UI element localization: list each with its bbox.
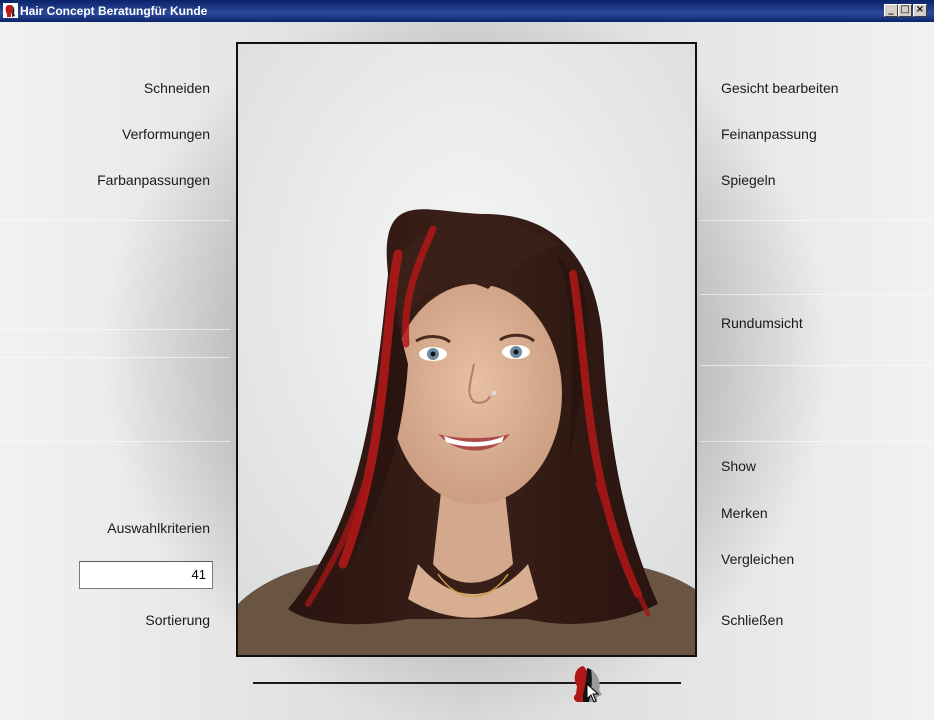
menu-auswahlkriterien[interactable]: Auswahlkriterien	[107, 520, 210, 536]
hair-concept-logo-icon	[3, 3, 18, 18]
menu-gesicht-bearbeiten[interactable]: Gesicht bearbeiten	[721, 80, 839, 96]
decor-line	[700, 441, 934, 442]
decor-line	[0, 441, 230, 442]
close-button[interactable]: ×	[913, 4, 927, 17]
menu-sortierung[interactable]: Sortierung	[145, 612, 210, 628]
close-icon: ×	[915, 4, 925, 15]
maximize-button[interactable]: □	[898, 4, 912, 17]
menu-farbanpassungen[interactable]: Farbanpassungen	[97, 172, 210, 188]
menu-merken[interactable]: Merken	[721, 505, 768, 521]
menu-feinanpassung[interactable]: Feinanpassung	[721, 126, 817, 142]
comparison-slider-track[interactable]	[253, 682, 681, 684]
maximize-icon: □	[900, 4, 910, 15]
menu-show[interactable]: Show	[721, 458, 756, 474]
customer-photo	[236, 42, 697, 657]
menu-vergleichen[interactable]: Vergleichen	[721, 551, 794, 567]
mouse-cursor-icon	[586, 683, 600, 703]
minimize-icon: _	[888, 4, 894, 15]
decor-line	[700, 365, 934, 366]
window-title: Hair Concept Beratungfür Kunde	[20, 4, 208, 18]
menu-rundumsicht[interactable]: Rundumsicht	[721, 315, 803, 331]
menu-schliessen[interactable]: Schließen	[721, 612, 783, 628]
title-bar: Hair Concept Beratungfür Kunde _ □ ×	[0, 0, 934, 22]
decor-line	[700, 294, 934, 295]
menu-spiegeln[interactable]: Spiegeln	[721, 172, 776, 188]
menu-schneiden[interactable]: Schneiden	[144, 80, 210, 96]
decor-line	[0, 329, 230, 330]
minimize-button[interactable]: _	[884, 4, 898, 17]
decor-line	[700, 220, 934, 221]
count-field[interactable]: 41	[79, 561, 213, 589]
menu-verformungen[interactable]: Verformungen	[122, 126, 210, 142]
decor-line	[0, 220, 230, 221]
decor-line	[0, 357, 230, 358]
